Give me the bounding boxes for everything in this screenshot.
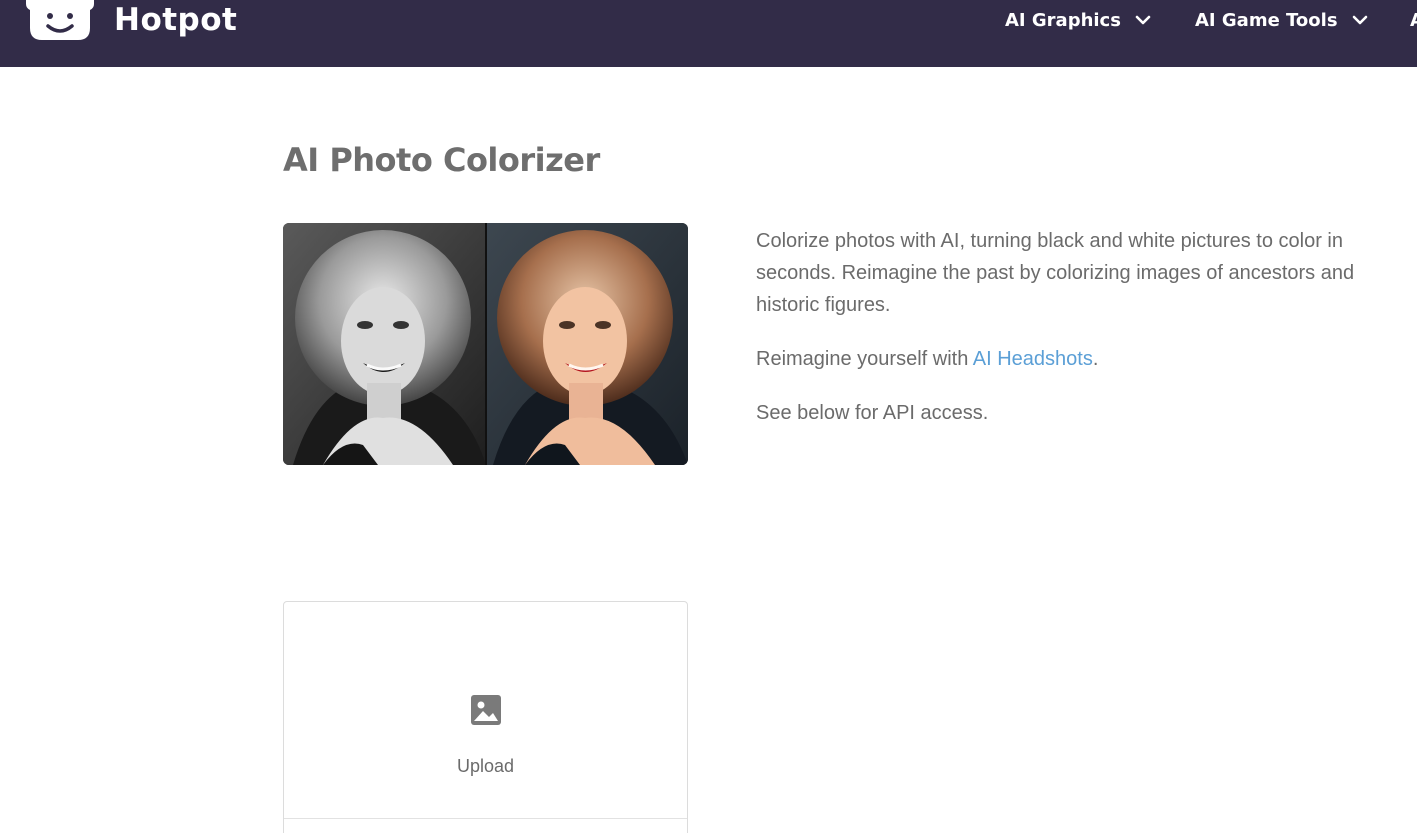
chevron-down-icon [1135,15,1151,25]
description: Colorize photos with AI, turning black a… [756,225,1411,451]
chevron-down-icon [1352,15,1367,25]
chef-hat-smiley-logo [26,0,94,40]
brand-name: Hotpot [114,2,238,38]
headshots-paragraph: Reimagine yourself with AI Headshots. [756,343,1411,375]
period-text: . [1092,348,1099,370]
upload-dropzone[interactable]: Upload [283,601,688,833]
hero-comparison-image [283,223,688,465]
headshots-text: Reimagine yourself with [756,348,973,370]
nav-label: AI Game Tools [1195,9,1338,31]
nav-ai-game-tools[interactable]: AI Game Tools [1195,0,1368,40]
api-paragraph: See below for API access. [756,402,989,424]
ai-headshots-link[interactable]: AI Headshots [973,348,1093,370]
page-title: AI Photo Colorizer [283,141,600,179]
description-paragraph: Colorize photos with AI, turning black a… [756,230,1355,316]
nav-item-cut-off[interactable]: A [1410,0,1417,40]
nav-label: AI Graphics [1005,9,1121,31]
nav-label: A [1410,9,1417,31]
divider [284,818,687,819]
nav-ai-graphics[interactable]: AI Graphics [1005,0,1151,40]
image-icon [471,695,501,725]
upload-label: Upload [456,756,515,776]
top-navbar: Hotpot AI Graphics AI Game Tools A [0,0,1417,67]
